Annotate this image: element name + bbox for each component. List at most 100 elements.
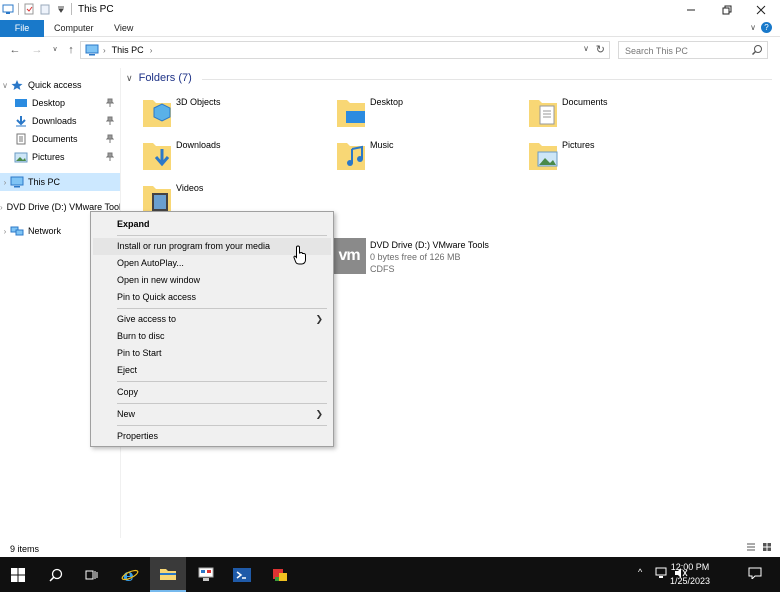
powershell-button[interactable] — [224, 557, 260, 592]
download-arrow-icon — [16, 116, 26, 127]
large-icons-view-icon[interactable] — [762, 542, 772, 552]
address-bar[interactable]: › This PC › ∨ ↻ — [80, 41, 610, 59]
tab-computer[interactable]: Computer — [44, 20, 104, 37]
menu-item-burn-disc[interactable]: Burn to disc — [93, 328, 331, 345]
server-manager-button[interactable] — [188, 557, 224, 592]
folder-downloads[interactable]: Downloads — [142, 137, 322, 177]
address-dropdown-icon[interactable]: ∨ — [583, 44, 589, 53]
pin-icon — [106, 134, 114, 143]
close-button[interactable] — [738, 0, 780, 20]
folder-3d-objects[interactable]: 3D Objects — [142, 94, 322, 134]
menu-item-pin-quick-access[interactable]: Pin to Quick access — [93, 289, 331, 306]
group-label: Folders (7) — [138, 72, 192, 84]
star-icon — [11, 80, 23, 90]
tab-view[interactable]: View — [104, 20, 143, 37]
recent-locations-button[interactable]: ∨ — [48, 43, 62, 57]
restore-icon — [722, 5, 731, 15]
menu-item-label: New — [117, 409, 136, 419]
nav-quick-access[interactable]: ∨ Quick access — [0, 76, 120, 94]
back-button[interactable]: ← — [8, 43, 22, 57]
tools-button[interactable] — [262, 557, 298, 592]
nav-label: Network — [28, 226, 62, 236]
show-hidden-icons-button[interactable]: ^ — [638, 567, 642, 577]
menu-item-open-new-window[interactable]: Open in new window — [93, 272, 331, 289]
menu-item-copy[interactable]: Copy — [93, 384, 331, 401]
search-box[interactable]: Search This PC — [618, 41, 768, 59]
internet-explorer-icon: e — [121, 566, 139, 584]
folders-group-header[interactable]: ∨ Folders (7) — [126, 72, 192, 84]
up-button[interactable]: ↑ — [64, 43, 78, 57]
chevron-right-icon[interactable]: › — [0, 203, 3, 212]
folder-label: 3D Objects — [176, 97, 221, 107]
network-icon — [10, 226, 24, 236]
search-input[interactable]: Search This PC — [625, 46, 688, 56]
nav-label: Pictures — [32, 152, 65, 162]
nav-label: Downloads — [32, 116, 77, 126]
dvd-drive-tile[interactable]: vm DVD Drive (D:) VMware Tools 0 bytes f… — [332, 238, 632, 278]
desktop-icon — [15, 99, 27, 107]
folder-documents[interactable]: Documents — [528, 94, 708, 134]
chevron-right-icon[interactable]: › — [0, 227, 10, 236]
chevron-right-icon[interactable]: › — [0, 178, 10, 187]
nav-this-pc[interactable]: › This PC — [0, 173, 120, 191]
search-taskbar-button[interactable] — [38, 557, 74, 592]
task-view-icon — [85, 570, 98, 579]
this-pc-icon — [10, 176, 24, 188]
menu-item-eject[interactable]: Eject — [93, 362, 331, 379]
menu-separator — [117, 403, 327, 404]
menu-item-new[interactable]: New ❯ — [93, 406, 331, 423]
help-icon[interactable]: ? — [761, 22, 772, 33]
menu-item-pin-start[interactable]: Pin to Start — [93, 345, 331, 362]
internet-explorer-button[interactable]: e — [112, 557, 148, 592]
breadcrumb[interactable]: This PC — [112, 45, 144, 55]
group-divider — [202, 79, 772, 80]
menu-item-expand[interactable]: Expand — [93, 216, 331, 233]
action-center-button[interactable] — [748, 567, 762, 581]
forward-button[interactable]: → — [30, 43, 44, 57]
refresh-icon[interactable]: ↻ — [596, 43, 605, 56]
search-icon — [751, 45, 762, 56]
desktop-folder-icon — [337, 100, 365, 127]
view-switcher — [746, 542, 772, 552]
folder-pictures[interactable]: Pictures — [528, 137, 708, 177]
folder-music[interactable]: Music — [336, 137, 516, 177]
menu-item-properties[interactable]: Properties — [93, 428, 331, 445]
file-explorer-window: This PC File Computer View ∨ ? ← → ∨ ↑ ›… — [0, 0, 780, 557]
folder-label: Downloads — [176, 140, 221, 150]
customize-toolbar-icon[interactable] — [55, 3, 67, 15]
folder-label: Music — [370, 140, 394, 150]
folder-desktop[interactable]: Desktop — [336, 94, 516, 134]
explorer-app-icon[interactable] — [2, 3, 14, 15]
documents-icon — [16, 133, 26, 145]
chevron-down-icon[interactable]: ∨ — [0, 81, 10, 90]
item-count: 9 items — [10, 544, 40, 554]
chevron-down-icon[interactable]: ∨ — [126, 73, 133, 84]
chevron-right-icon: ❯ — [315, 314, 323, 324]
nav-documents[interactable]: Documents — [0, 130, 120, 148]
powershell-icon — [233, 567, 251, 582]
menu-item-label: Give access to — [117, 314, 177, 324]
drive-name: DVD Drive (D:) VMware Tools — [370, 240, 489, 250]
nav-desktop[interactable]: Desktop — [0, 94, 120, 112]
documents-folder-icon — [529, 100, 557, 127]
start-button[interactable] — [0, 557, 36, 592]
file-explorer-taskbar-button[interactable] — [150, 557, 186, 592]
menu-item-give-access[interactable]: Give access to ❯ — [93, 311, 331, 328]
new-folder-icon[interactable] — [39, 3, 51, 15]
nav-label: Quick access — [28, 80, 82, 90]
task-view-button[interactable] — [74, 557, 110, 592]
properties-icon[interactable] — [23, 3, 35, 15]
nav-downloads[interactable]: Downloads — [0, 112, 120, 130]
nav-pictures[interactable]: Pictures — [0, 148, 120, 166]
breadcrumb-separator-icon: › — [103, 45, 106, 55]
system-clock[interactable]: 12:00 PM 1/25/2023 — [660, 560, 720, 588]
windows-logo-icon — [11, 567, 25, 582]
expand-ribbon-icon[interactable]: ∨ — [750, 23, 756, 32]
details-view-icon[interactable] — [746, 542, 756, 552]
tab-file[interactable]: File — [0, 20, 44, 37]
pictures-folder-icon — [529, 143, 558, 170]
title-bar: This PC — [0, 0, 780, 20]
server-manager-icon — [198, 567, 214, 581]
menu-separator — [117, 235, 327, 236]
close-icon — [756, 5, 765, 15]
